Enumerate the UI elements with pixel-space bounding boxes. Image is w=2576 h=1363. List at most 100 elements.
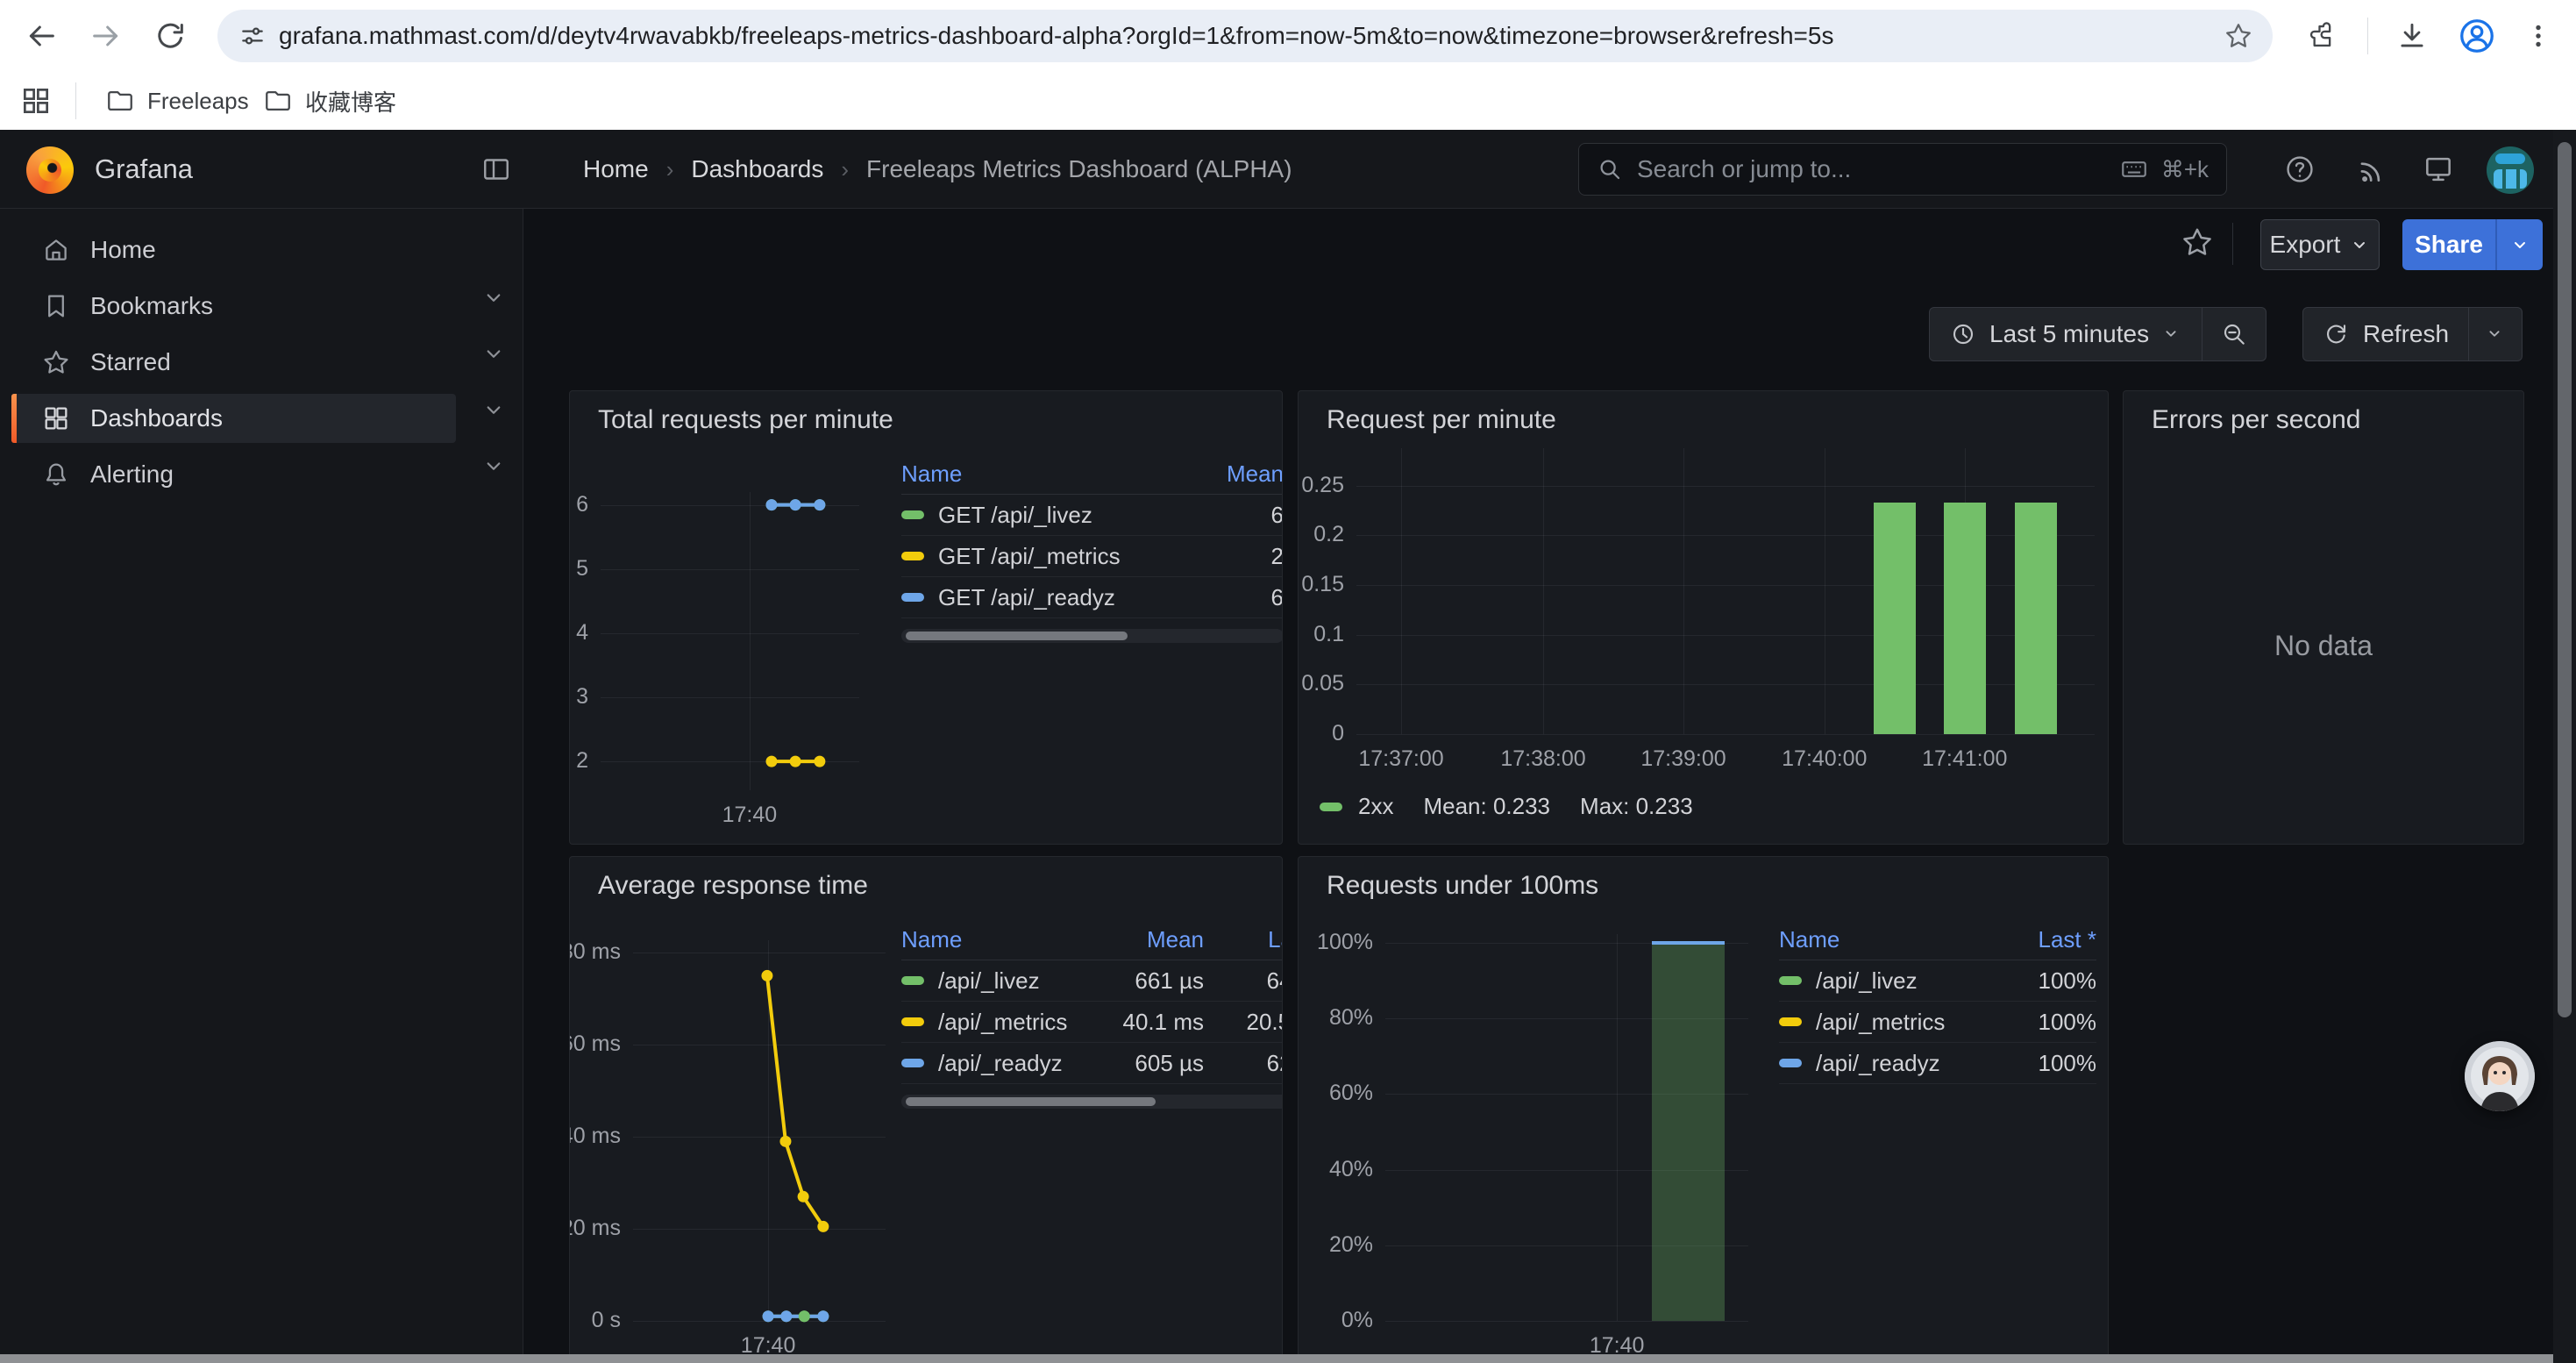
user-avatar[interactable]: [2487, 146, 2534, 194]
sidebar-item-home[interactable]: Home: [11, 225, 456, 275]
no-data-message: No data: [2124, 630, 2523, 662]
legend-item[interactable]: Mean: 0.233: [1423, 793, 1550, 820]
line-series: [601, 492, 859, 790]
sidebar-toggle-icon[interactable]: [480, 153, 512, 185]
panel-title[interactable]: Request per minute: [1327, 405, 1556, 435]
extensions-icon[interactable]: [2306, 19, 2339, 53]
legend-row[interactable]: GET /api/_metrics 2: [901, 536, 1283, 577]
news-rss-icon[interactable]: [2355, 153, 2388, 186]
legend-row[interactable]: /api/_livez100%: [1779, 960, 2096, 1002]
share-button[interactable]: Share: [2402, 219, 2495, 270]
sidebar-item-label: Starred: [90, 348, 171, 376]
legend-column-header[interactable]: Las: [1204, 926, 1283, 953]
legend-value: 100%: [2000, 967, 2096, 995]
sidebar-item-bookmarks[interactable]: Bookmarks: [11, 282, 456, 331]
panel-title[interactable]: Total requests per minute: [598, 405, 893, 435]
chevron-down-icon[interactable]: [480, 396, 507, 423]
legend-column-header[interactable]: Last *: [2000, 926, 2096, 953]
breadcrumb-dashboards[interactable]: Dashboards: [691, 155, 823, 183]
legend-scrollbar-thumb[interactable]: [906, 632, 1128, 640]
grid-line: [1356, 734, 2095, 735]
legend-item[interactable]: 2xx: [1358, 793, 1393, 820]
chevron-down-icon[interactable]: [480, 453, 507, 479]
legend-series-name: GET /api/_metrics: [901, 543, 1196, 570]
legend-value: 2: [1196, 543, 1283, 570]
apps-grid-icon[interactable]: [19, 84, 54, 119]
site-info-icon[interactable]: [238, 22, 267, 50]
legend-row[interactable]: /api/_livez661 µs646: [901, 960, 1283, 1002]
back-icon[interactable]: [24, 18, 59, 54]
panel-title[interactable]: Errors per second: [2152, 405, 2360, 435]
bookmark-folder-blogs[interactable]: 收藏博客: [263, 72, 396, 130]
sidebar-item-starred[interactable]: Starred: [11, 338, 456, 387]
legend-column-header[interactable]: Mean: [1081, 926, 1204, 953]
horizontal-scrollbar[interactable]: [0, 1354, 2553, 1363]
search-input[interactable]: [1635, 154, 2107, 184]
legend-series-label: GET /api/_metrics: [938, 543, 1121, 570]
time-range-picker[interactable]: Last 5 minutes: [1930, 308, 2202, 360]
y-axis-tick-label: 0: [1332, 721, 1344, 746]
sidebar-item-dashboards[interactable]: Dashboards: [11, 394, 456, 443]
search-box[interactable]: ⌘+k: [1578, 143, 2227, 196]
legend-scrollbar-track[interactable]: [901, 1095, 1283, 1109]
bookmark-folder-freeleaps[interactable]: Freeleaps: [105, 72, 249, 130]
legend-value: 661 µs: [1081, 967, 1204, 995]
chevron-down-icon[interactable]: [480, 340, 507, 367]
brand-title: Grafana: [95, 130, 193, 209]
vertical-scrollbar[interactable]: [2553, 130, 2576, 1363]
address-bar[interactable]: grafana.mathmast.com/d/deytv4rwavabkb/fr…: [217, 10, 2273, 62]
forward-icon[interactable]: [89, 18, 124, 54]
y-axis-tick-label: 0.15: [1301, 572, 1344, 597]
zoom-out-button[interactable]: [2202, 308, 2266, 360]
sidebar-item-alerting[interactable]: Alerting: [11, 450, 456, 499]
y-axis-tick-label: 0.25: [1301, 473, 1344, 498]
legend-row[interactable]: /api/_readyz100%: [1779, 1043, 2096, 1084]
vertical-scrollbar-thumb[interactable]: [2558, 142, 2572, 1017]
legend: NameLast */api/_livez100%/api/_metrics10…: [1779, 920, 2096, 1084]
y-axis-tick-label: 4: [576, 620, 588, 646]
refresh-button[interactable]: Refresh: [2303, 308, 2468, 360]
assistant-avatar[interactable]: [2465, 1041, 2535, 1111]
legend-value: 620: [1204, 1050, 1283, 1077]
profile-icon[interactable]: [2457, 16, 2497, 56]
legend-scrollbar-thumb[interactable]: [906, 1097, 1156, 1106]
reload-icon[interactable]: [153, 18, 188, 54]
x-axis-tick-label: 17:37:00: [1340, 746, 1462, 772]
legend-column-header[interactable]: Name: [1779, 926, 2000, 953]
browser-menu-icon[interactable]: [2522, 19, 2555, 53]
bookmark-star-icon[interactable]: [2224, 21, 2253, 51]
monitor-icon[interactable]: [2422, 153, 2455, 186]
bookmark-icon: [41, 291, 71, 321]
share-menu-button[interactable]: [2497, 219, 2543, 270]
bell-icon: [41, 460, 71, 489]
panel-title[interactable]: Average response time: [598, 871, 868, 901]
refresh-interval-button[interactable]: [2469, 308, 2522, 360]
legend-scrollbar-track[interactable]: [901, 629, 1283, 643]
download-icon[interactable]: [2395, 19, 2429, 53]
legend-column-header[interactable]: Name: [901, 460, 1196, 488]
legend-column-header[interactable]: Name: [901, 926, 1081, 953]
legend-row[interactable]: /api/_metrics100%: [1779, 1002, 2096, 1043]
legend-row[interactable]: /api/_readyz605 µs620: [901, 1043, 1283, 1084]
chart-bar: [1874, 503, 1916, 734]
legend-row[interactable]: /api/_metrics40.1 ms20.5 r: [901, 1002, 1283, 1043]
breadcrumb-home[interactable]: Home: [583, 155, 649, 183]
legend-series-name: /api/_livez: [1779, 967, 2000, 995]
legend-swatch: [1779, 1059, 1802, 1067]
legend-series-label: /api/_livez: [938, 967, 1040, 995]
help-icon[interactable]: [2283, 153, 2316, 186]
chevron-down-icon[interactable]: [480, 284, 507, 310]
panel-title[interactable]: Requests under 100ms: [1327, 871, 1598, 901]
clock-icon: [1949, 320, 1977, 348]
legend-row[interactable]: GET /api/_readyz6: [901, 577, 1283, 618]
toolbar-divider: [2232, 223, 2233, 265]
y-axis-tick-label: 2: [576, 748, 588, 774]
url-text[interactable]: grafana.mathmast.com/d/deytv4rwavabkb/fr…: [279, 10, 2185, 62]
legend-row[interactable]: GET /api/_livez6: [901, 495, 1283, 536]
legend-item[interactable]: Max: 0.233: [1580, 793, 1693, 820]
grafana-logo[interactable]: [26, 146, 74, 194]
favorite-dashboard-star-icon[interactable]: [2180, 225, 2215, 260]
export-button[interactable]: Export: [2260, 219, 2380, 270]
legend-column-header[interactable]: Mean: [1196, 460, 1283, 488]
folder-icon: [105, 86, 135, 116]
